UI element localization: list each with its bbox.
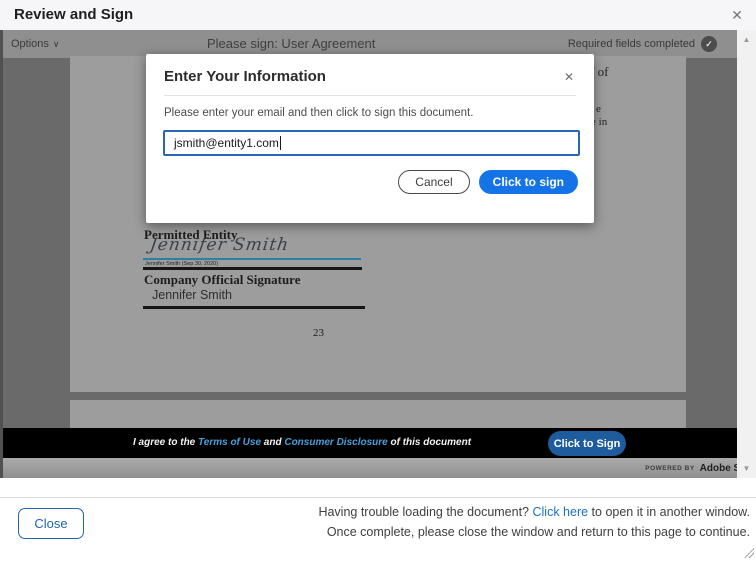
trouble-post: to open it in another window. [588,505,750,519]
divider [0,497,756,498]
modal-title: Enter Your Information [164,68,326,85]
window-title: Review and Sign [14,0,133,30]
resize-handle-icon[interactable] [744,548,754,558]
modal-close-icon[interactable]: ✕ [560,68,578,86]
options-label: Options [11,38,49,50]
close-button[interactable]: Close [18,508,84,539]
consumer-disclosure-link[interactable]: Consumer Disclosure [284,437,387,448]
click-to-sign-button[interactable]: Click to Sign [548,431,626,456]
scroll-up-icon[interactable]: ▲ [737,35,756,44]
powered-by-label: POWERED BY [645,465,694,472]
check-icon: ✓ [701,36,717,52]
divider [164,95,576,96]
agreement-suffix: of this document [388,437,471,448]
modal-instruction: Please enter your email and then click t… [164,107,473,119]
terms-of-use-link[interactable]: Terms of Use [198,437,261,448]
window-header: Review and Sign ✕ [0,0,756,30]
review-and-sign-window: Review and Sign ✕ Options∨ Please sign: … [0,0,756,562]
page-number: 23 [313,327,324,339]
enter-information-modal: Enter Your Information ✕ Please enter yo… [146,54,594,223]
agreement-middle: and [261,437,284,448]
trouble-line-1: Having trouble loading the document? Cli… [318,502,750,522]
text-caret [280,136,281,150]
close-icon[interactable]: ✕ [726,0,748,30]
agreement-text: I agree to the Terms of Use and Consumer… [133,428,471,458]
company-official-label: Company Official Signature [144,272,301,288]
divider [143,306,365,309]
trouble-pre: Having trouble loading the document? [318,505,532,519]
scrollbar[interactable]: ▲ ▼ [737,30,756,478]
powered-by-strip: POWERED BY Adobe Si [3,458,737,478]
cancel-button[interactable]: Cancel [398,170,469,194]
dialog-footer: Close Having trouble loading the documen… [0,478,756,562]
required-fields-label: Required fields completed [568,38,695,50]
document-text-fragment: e [596,103,601,115]
company-official-name: Jennifer Smith [152,288,232,302]
email-input[interactable]: jsmith@entity1.com [163,130,580,156]
click-here-link[interactable]: Click here [533,505,589,519]
agreement-bar: I agree to the Terms of Use and Consumer… [3,428,737,458]
signature-underline [143,258,361,260]
options-menu[interactable]: Options ∨ [11,30,60,58]
adobe-sign-brand: Adobe Si [700,463,737,474]
click-to-sign-modal-button[interactable]: Click to sign [479,170,578,194]
scroll-down-icon[interactable]: ▼ [737,464,756,473]
agreement-prefix: I agree to the [133,437,198,448]
divider [143,267,362,270]
trouble-line-2: Once complete, please close the window a… [318,522,750,542]
email-value: jsmith@entity1.com [174,136,279,150]
trouble-text: Having trouble loading the document? Cli… [318,502,750,542]
chevron-down-icon: ∨ [53,39,60,49]
signature-script: Jennifer Smith [149,235,291,255]
